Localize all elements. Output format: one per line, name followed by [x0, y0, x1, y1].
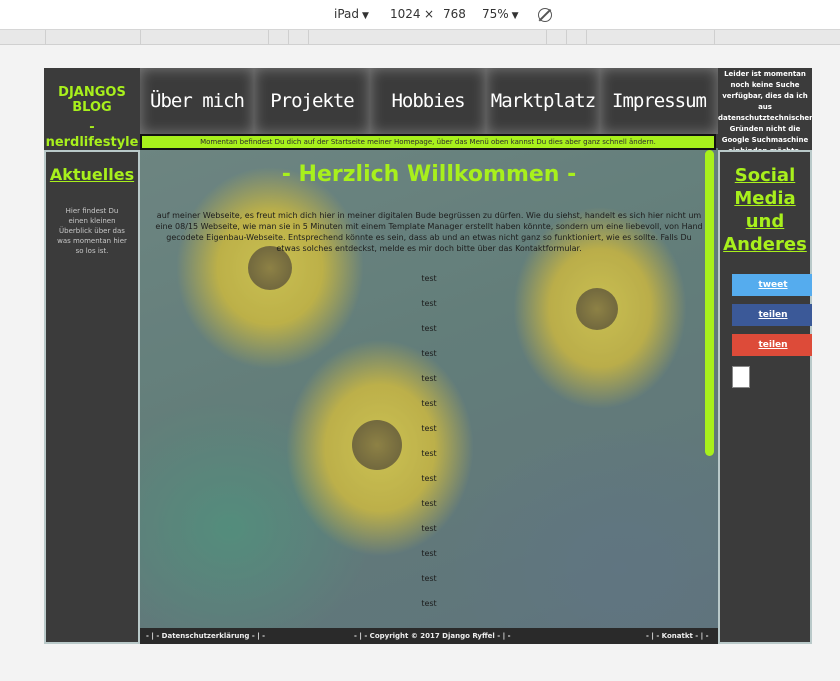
google-share-button[interactable]: teilen: [732, 334, 812, 356]
news-text: Hier findest Du einen kleinen Überblick …: [57, 207, 127, 255]
list-item: test: [421, 424, 437, 433]
nav-item-hobbies[interactable]: Hobbies: [370, 68, 486, 134]
logo[interactable]: DJANGOS BLOG - nerdlifestyle -: [44, 68, 140, 165]
logo-title: DJANGOS BLOG: [58, 85, 126, 115]
sidebar-news: Aktuelles Hier findest Du einen kleinen …: [44, 150, 140, 644]
list-item: test: [421, 574, 437, 583]
content-scrollbar[interactable]: [705, 150, 714, 456]
list-item: test: [421, 474, 437, 483]
zoom-select[interactable]: 75% ▼: [482, 7, 519, 21]
tweet-button[interactable]: tweet: [732, 274, 812, 296]
list-item: test: [421, 499, 437, 508]
list-item: test: [421, 524, 437, 533]
page-title: - Herzlich Willkommen -: [281, 162, 577, 187]
media-query-ruler[interactable]: [0, 30, 840, 45]
footer: - | - Datenschutzerklärung - | - - | - C…: [140, 628, 718, 644]
zoom-label: 75%: [482, 7, 509, 21]
nav-item-ueber-mich[interactable]: Über mich: [140, 68, 254, 134]
list-item: test: [421, 324, 437, 333]
list-item: test: [421, 374, 437, 383]
search-notice: Leider ist momentan noch keine Suche ver…: [718, 68, 812, 155]
status-bar: Momentan befindest Du dich auf der Start…: [140, 134, 716, 150]
list-item: test: [421, 299, 437, 308]
rotate-icon[interactable]: [538, 8, 552, 22]
list-item: test: [421, 549, 437, 558]
device-select[interactable]: iPad ▼: [334, 7, 369, 21]
nav-item-marktplatz[interactable]: Marktplatz: [486, 68, 600, 134]
devtools-toolbar: iPad ▼ 1024 × 768 75% ▼: [0, 0, 840, 30]
chevron-down-icon: ▼: [362, 11, 369, 21]
copyright-text: - | - Copyright © 2017 Django Ryffel - |…: [354, 632, 511, 640]
list-item: test: [421, 449, 437, 458]
nav-item-impressum[interactable]: Impressum: [600, 68, 718, 134]
privacy-link[interactable]: - | - Datenschutzerklärung - | -: [146, 628, 265, 644]
sidebar-social: Social Media und Anderes tweet teilen te…: [718, 150, 812, 644]
news-heading[interactable]: Aktuelles: [46, 165, 138, 184]
list-item: test: [421, 399, 437, 408]
page-viewport: DJANGOS BLOG - nerdlifestyle - Über mich…: [44, 68, 812, 644]
share-checkbox[interactable]: [732, 366, 750, 388]
nav-item-projekte[interactable]: Projekte: [254, 68, 370, 134]
device-label: iPad: [334, 7, 360, 21]
main-content[interactable]: - Herzlich Willkommen - auf meiner Webse…: [140, 150, 718, 628]
list-item: test: [421, 274, 437, 283]
list-item: test: [421, 349, 437, 358]
social-heading[interactable]: Social Media und Anderes: [720, 164, 810, 256]
times-sign: ×: [424, 7, 435, 21]
facebook-share-button[interactable]: teilen: [732, 304, 812, 326]
intro-text: auf meiner Webseite, es freut mich dich …: [155, 211, 703, 253]
width-field[interactable]: 1024: [390, 7, 421, 21]
contact-link[interactable]: - | - Konatkt - | -: [646, 628, 709, 644]
chevron-down-icon: ▼: [511, 11, 519, 21]
list-item: test: [421, 599, 437, 608]
height-field[interactable]: 768: [443, 7, 466, 21]
